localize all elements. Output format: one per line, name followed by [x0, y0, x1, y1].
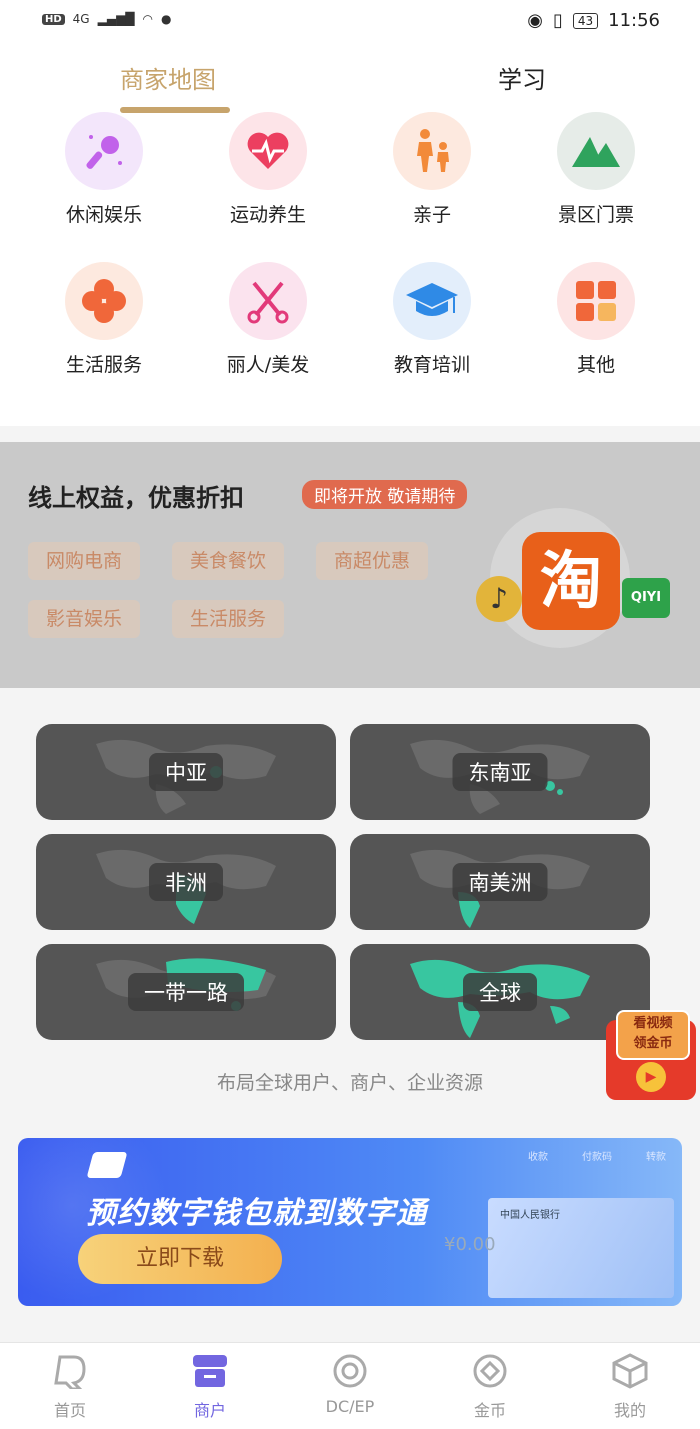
category-scenic-tickets[interactable]: 景区门票: [526, 112, 666, 227]
nav-dcep[interactable]: DC/EP: [290, 1353, 410, 1416]
banner-title: 预约数字钱包就到数字通: [86, 1196, 427, 1231]
nav-profile[interactable]: 我的: [570, 1353, 690, 1421]
tag-food[interactable]: 美食餐饮: [172, 542, 285, 580]
clock: 11:56: [608, 10, 660, 31]
region-south-america[interactable]: 南美洲: [350, 834, 650, 930]
iqiyi-logo: QIYI: [622, 578, 670, 618]
vibrate-icon: ▯: [552, 10, 563, 31]
status-bar: HD 4G ▂▄▆█ ◠ ● ◉ ▯ 43 11:56: [0, 0, 700, 44]
reward-line1: 看视频: [633, 1016, 673, 1031]
hd-indicator: HD: [42, 13, 65, 25]
tag-entertainment[interactable]: 影音娱乐: [28, 600, 141, 638]
online-benefits-panel: 线上权益，优惠折扣 即将开放 敬请期待 网购电商 美食餐饮 商超优惠 影音娱乐 …: [0, 442, 700, 688]
category-grid: 休闲娱乐 运动养生 亲子 景区门票 生活服务 丽人/美发 教育培训 其他: [0, 112, 700, 426]
partner-logos: ♪ 淘 QIYI: [470, 502, 690, 648]
tab-merchant-map[interactable]: 商家地图: [120, 60, 216, 95]
network-label: 4G: [72, 12, 90, 26]
wifi-icon: ◠: [142, 12, 154, 26]
microphone-icon: [65, 112, 143, 190]
region-belt-and-road[interactable]: 一带一路: [36, 944, 336, 1040]
tag-ecommerce[interactable]: 网购电商: [28, 542, 141, 580]
tag-supermarket[interactable]: 商超优惠: [316, 542, 429, 580]
store-icon: [193, 1355, 227, 1387]
region-grid: 中亚 东南亚 非洲 南美洲 一带一路 全球 布局全球用户、商户、企业资源: [0, 688, 700, 1140]
region-global[interactable]: 全球: [350, 944, 650, 1040]
region-africa[interactable]: 非洲: [36, 834, 336, 930]
parent-child-icon: [393, 112, 471, 190]
app-logo-icon: [86, 1152, 128, 1178]
category-other[interactable]: 其他: [526, 262, 666, 377]
phone-menu: 收款 付款码 转款: [528, 1152, 666, 1163]
heartbeat-icon: [229, 112, 307, 190]
banknote-image: 中国人民银行 ¥0.00: [444, 1198, 674, 1298]
top-tabs: 商家地图 学习: [0, 44, 700, 116]
eye-icon: ◉: [527, 10, 543, 31]
category-sports[interactable]: 运动养生: [198, 112, 338, 227]
digital-wallet-banner[interactable]: 收款 付款码 转款 中国人民银行 ¥0.00 预约数字钱包就到数字通 立即下载: [18, 1138, 682, 1306]
download-now-button[interactable]: 立即下载: [78, 1234, 282, 1284]
regions-caption: 布局全球用户、商户、企业资源: [216, 1072, 483, 1094]
home-icon: [54, 1355, 86, 1391]
coming-soon-badge: 即将开放 敬请期待: [302, 480, 468, 509]
promo-title: 线上权益，优惠折扣: [28, 484, 244, 512]
signal-icon: ▂▄▆█: [97, 12, 135, 26]
nav-coins[interactable]: 金币: [430, 1353, 550, 1421]
nav-merchant[interactable]: 商户: [150, 1353, 270, 1421]
category-education[interactable]: 教育培训: [362, 262, 502, 377]
profile-icon: [612, 1353, 648, 1389]
mountain-icon: [557, 112, 635, 190]
play-icon: ▶: [636, 1062, 666, 1092]
region-southeast-asia[interactable]: 东南亚: [350, 724, 650, 820]
dcep-icon: [333, 1354, 367, 1388]
taobao-logo: 淘: [522, 532, 620, 630]
watch-video-reward-button[interactable]: 看视频 领金币 ▶: [606, 1010, 698, 1102]
bottom-navigation: 首页 商户 DC/EP 金币 我的: [0, 1342, 700, 1429]
category-beauty-hair[interactable]: 丽人/美发: [198, 262, 338, 377]
grid-icon: [557, 262, 635, 340]
battery-icon: 43: [572, 12, 599, 29]
flower-icon: [65, 262, 143, 340]
wechat-icon: ●: [161, 12, 172, 26]
category-parent-child[interactable]: 亲子: [362, 112, 502, 227]
graduation-cap-icon: [393, 262, 471, 340]
music-logo-icon: ♪: [476, 576, 522, 622]
nav-home[interactable]: 首页: [10, 1353, 130, 1421]
scissors-icon: [229, 262, 307, 340]
region-central-asia[interactable]: 中亚: [36, 724, 336, 820]
category-leisure[interactable]: 休闲娱乐: [34, 112, 174, 227]
category-life-services[interactable]: 生活服务: [34, 262, 174, 377]
reward-line2: 领金币: [633, 1036, 673, 1051]
coin-icon: [473, 1354, 507, 1388]
tag-life-services[interactable]: 生活服务: [172, 600, 285, 638]
tab-learning[interactable]: 学习: [498, 60, 546, 95]
